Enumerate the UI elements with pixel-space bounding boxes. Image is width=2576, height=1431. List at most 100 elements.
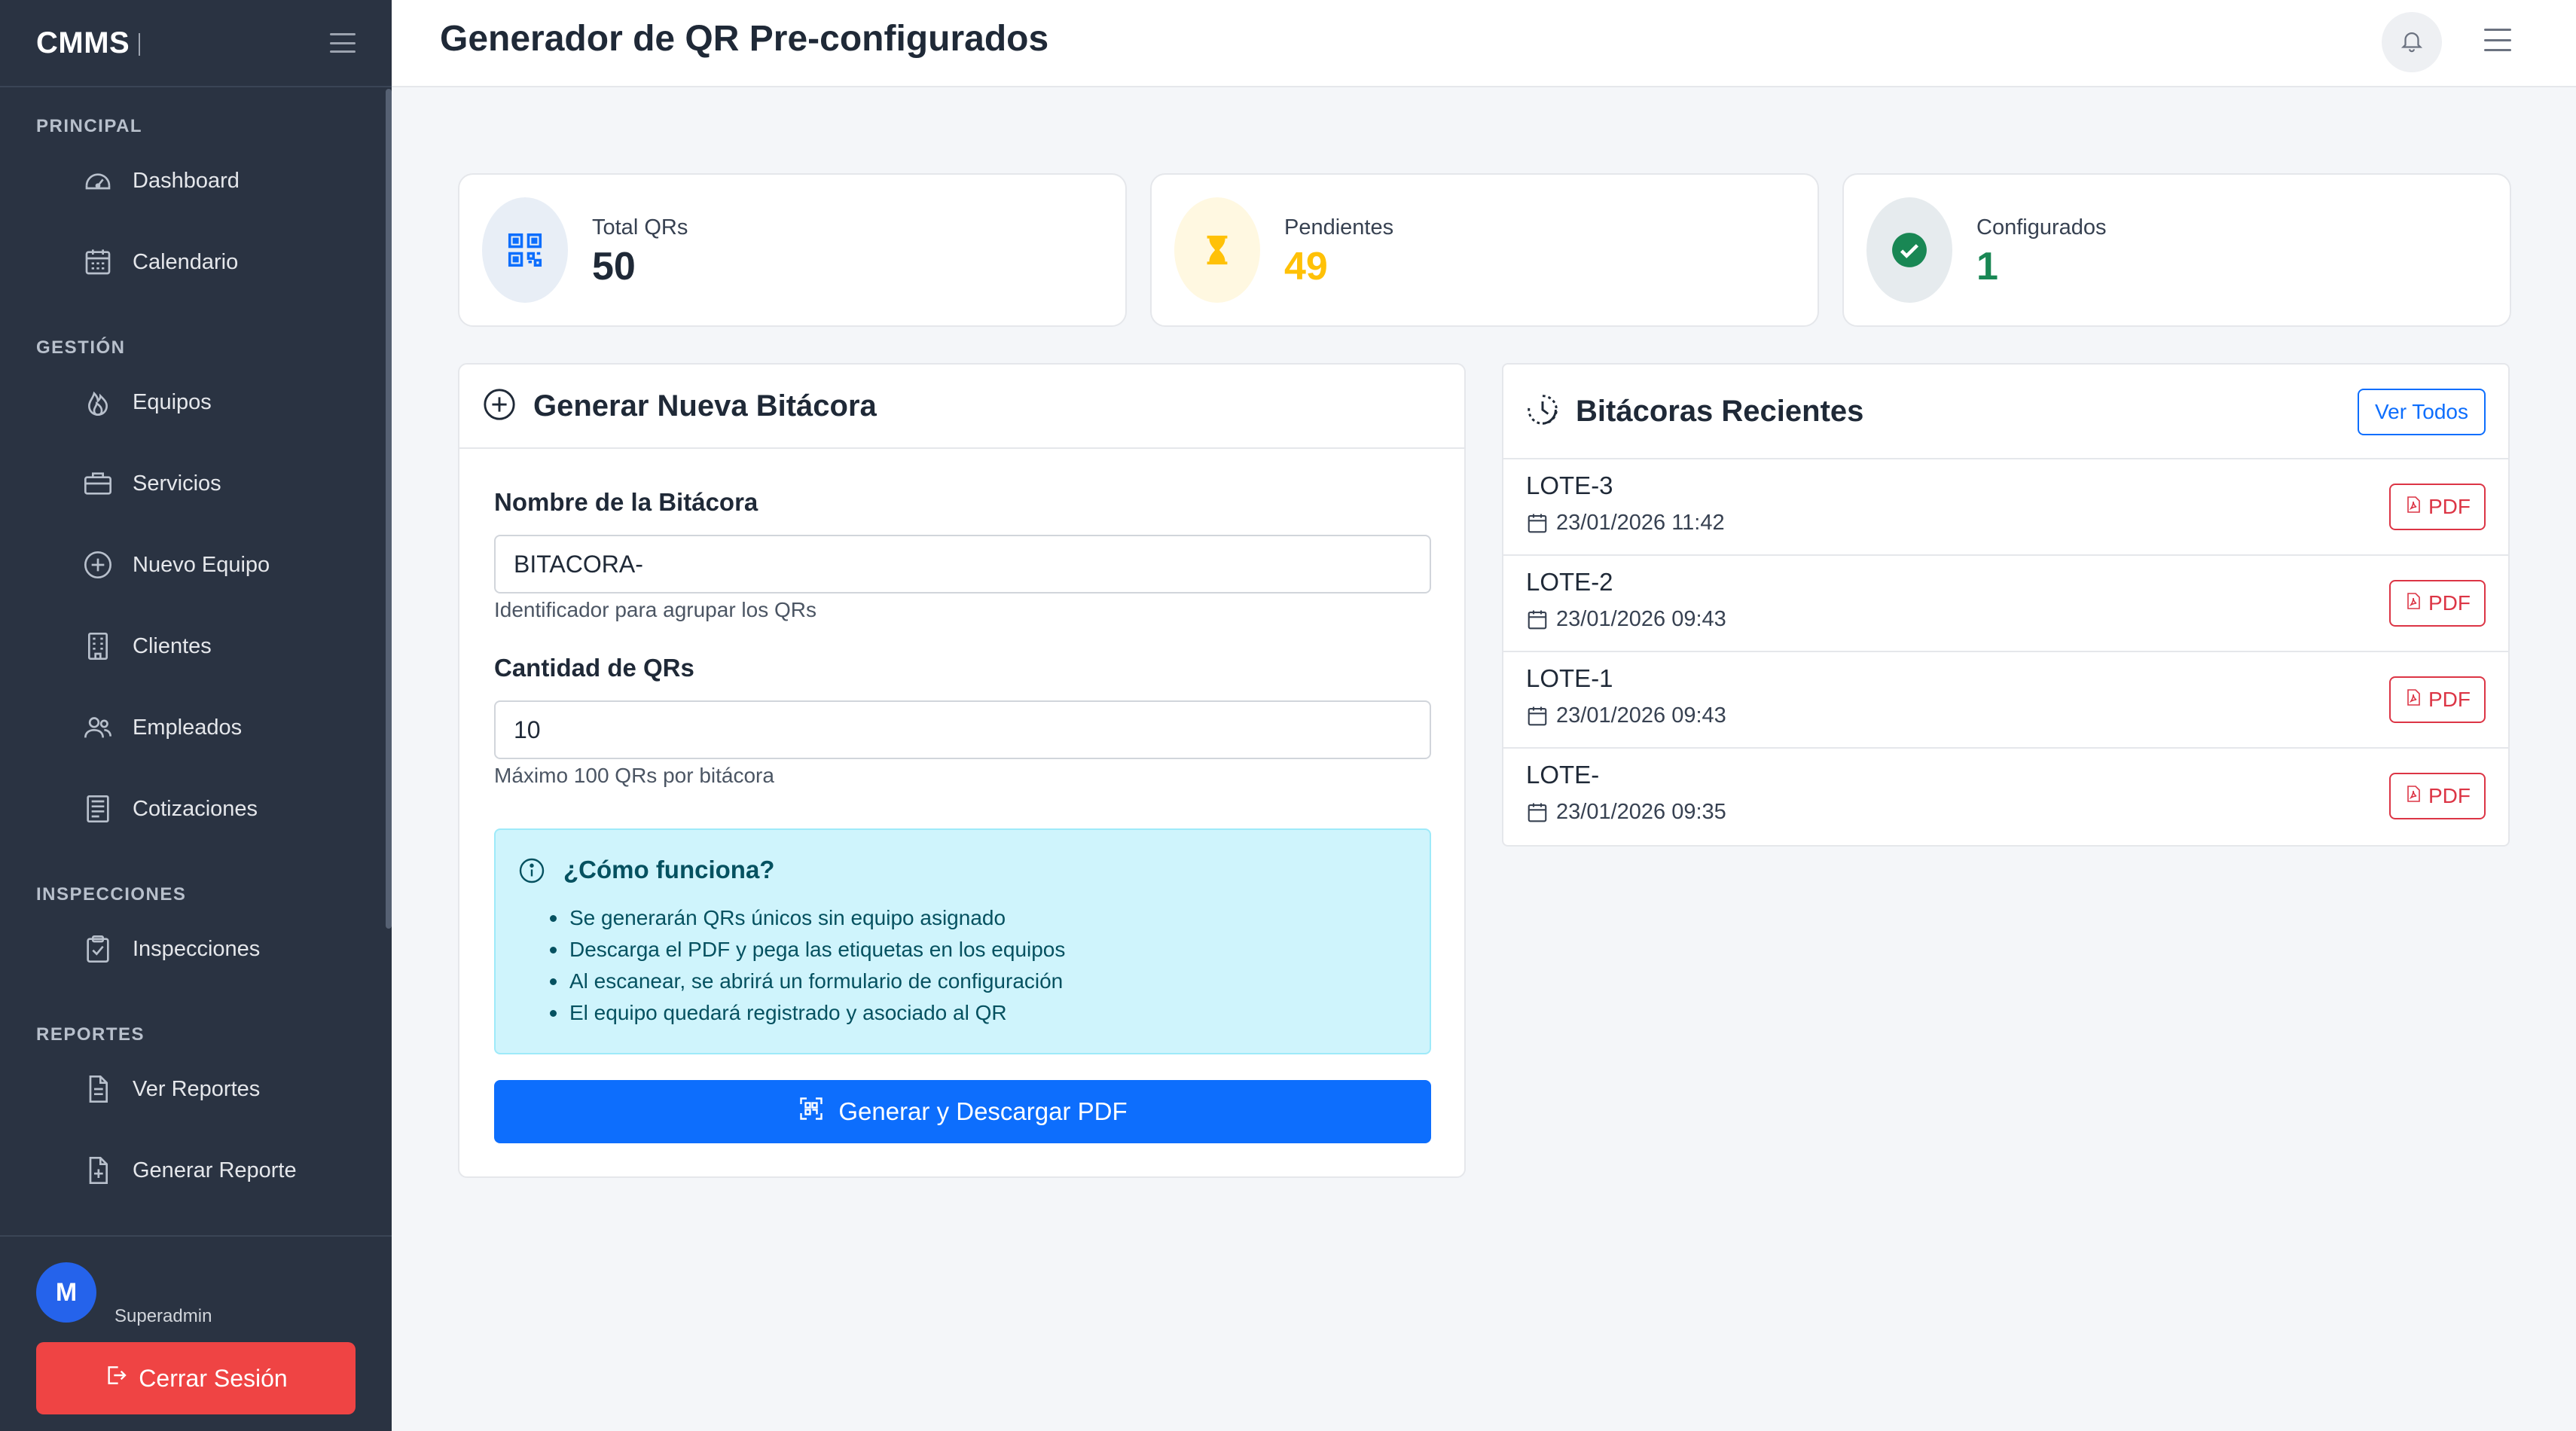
pdf-download-button[interactable]: PDF [2389,676,2486,723]
recent-logbooks-card: Bitácoras Recientes Ver Todos LOTE-3 23/… [1502,363,2510,847]
sidebar-section-principal: PRINCIPAL [36,116,143,136]
logout-button[interactable]: Cerrar Sesión [36,1342,356,1414]
qr-scan-icon [798,1095,825,1128]
sidebar-item-label: Dashboard [133,168,240,193]
new-logbook-card: Generar Nueva Bitácora Nombre de la Bitá… [458,363,1466,1178]
sidebar-footer: M Superadmin Cerrar Sesión [0,1235,392,1431]
sidebar-item-equipos[interactable]: Equipos [0,362,392,443]
view-all-button[interactable]: Ver Todos [2358,389,2486,435]
list-item: Se generarán QRs únicos sin equipo asign… [547,902,1065,934]
sidebar-item-label: Inspecciones [133,936,261,961]
info-icon [518,857,545,888]
file-text-icon [83,1074,113,1104]
generate-pdf-label: Generar y Descargar PDF [838,1097,1128,1125]
logbook-name: LOTE- [1526,761,1600,789]
logbook-date: 23/01/2026 09:43 [1556,703,1726,728]
list-item: LOTE-1 23/01/2026 09:43 PDF [1503,652,2508,749]
fire-icon [83,387,113,417]
list-item: El equipo quedará registrado y asociado … [547,997,1065,1029]
sidebar-item-empleados[interactable]: Empleados [0,687,392,768]
calendar-icon [1526,512,1549,539]
sidebar-nav[interactable]: PRINCIPAL Dashboard Calendario GESTIÓN E… [0,87,392,1235]
sidebar-item-servicios[interactable]: Servicios [0,443,392,524]
pdf-label: PDF [2428,495,2471,518]
user-role: Superadmin [114,1306,212,1326]
logbook-name: LOTE-2 [1526,568,1613,596]
sidebar-item-label: Clientes [133,633,212,658]
file-pdf-icon [2404,591,2422,616]
card-title: Generar Nueva Bitácora [533,389,877,423]
stat-card-configurados: Configurados 1 [1842,173,2511,327]
logbook-name: LOTE-1 [1526,664,1613,692]
list-item: Al escanear, se abrirá un formulario de … [547,966,1065,997]
brand-logo: CMMS [36,26,140,60]
pdf-label: PDF [2428,688,2471,711]
generate-pdf-button[interactable]: Generar y Descargar PDF [494,1080,1431,1143]
page-title: Generador de QR Pre-configurados [440,19,1049,59]
sidebar-item-label: Servicios [133,471,221,496]
logbook-date: 23/01/2026 09:43 [1556,607,1726,631]
stat-value: 1 [1976,245,1998,288]
sidebar-item-calendario[interactable]: Calendario [0,221,392,303]
receipt-icon [83,794,113,824]
qr-code-icon [482,197,568,303]
building-icon [83,631,113,661]
stat-label: Configurados [1976,215,2107,240]
sidebar-item-generar-reporte[interactable]: Generar Reporte [0,1130,392,1211]
sidebar-toggle-button[interactable] [330,33,356,53]
card-title: Bitácoras Recientes [1576,394,1864,428]
sidebar-item-label: Equipos [133,389,212,414]
info-title: ¿Cómo funciona? [563,856,775,883]
name-label: Nombre de la Bitácora [494,488,758,516]
plus-circle-icon [482,387,517,426]
file-pdf-icon [2404,495,2422,520]
menu-button[interactable] [2484,29,2511,51]
list-item: LOTE- 23/01/2026 09:35 PDF [1503,749,2508,845]
sidebar-item-label: Ver Reportes [133,1076,261,1101]
sidebar-item-cotizaciones[interactable]: Cotizaciones [0,768,392,850]
avatar[interactable]: M [36,1262,96,1323]
name-input[interactable] [494,535,1431,593]
topbar: Generador de QR Pre-configurados [392,0,2576,87]
calendar-icon [1526,801,1549,828]
quantity-input[interactable] [494,700,1431,759]
bell-icon [2399,28,2425,57]
info-list: Se generarán QRs únicos sin equipo asign… [547,902,1065,1029]
sidebar-scrollbar[interactable] [386,89,392,929]
sidebar-item-inspecciones[interactable]: Inspecciones [0,908,392,990]
logbook-date: 23/01/2026 11:42 [1556,511,1725,535]
list-item: LOTE-3 23/01/2026 11:42 PDF [1503,459,2508,556]
sidebar-item-ver-reportes[interactable]: Ver Reportes [0,1048,392,1130]
logbook-name: LOTE-3 [1526,471,1613,499]
sidebar-item-nuevo-equipo[interactable]: Nuevo Equipo [0,524,392,606]
sidebar-item-dashboard[interactable]: Dashboard [0,140,392,221]
sidebar-item-label: Generar Reporte [133,1158,297,1182]
check-circle-icon [1866,197,1952,303]
calendar-icon [83,247,113,277]
briefcase-icon [83,468,113,499]
clock-history-icon [1526,393,1559,430]
pdf-download-button[interactable]: PDF [2389,773,2486,819]
notifications-button[interactable] [2382,12,2442,72]
plus-circle-icon [83,550,113,580]
pdf-download-button[interactable]: PDF [2389,484,2486,530]
pdf-download-button[interactable]: PDF [2389,580,2486,627]
quantity-label: Cantidad de QRs [494,654,694,682]
logbook-date: 23/01/2026 09:35 [1556,800,1726,824]
stat-label: Total QRs [592,215,688,240]
gauge-icon [83,166,113,196]
people-icon [83,712,113,743]
stat-value: 50 [592,245,636,288]
hourglass-icon [1174,197,1260,303]
sidebar-item-clientes[interactable]: Clientes [0,606,392,687]
pdf-label: PDF [2428,784,2471,807]
sidebar-section-inspecciones: INSPECCIONES [36,884,187,905]
file-pdf-icon [2404,688,2422,712]
file-pdf-icon [2404,784,2422,809]
logout-icon [104,1363,128,1393]
clipboard-check-icon [83,934,113,964]
list-item: LOTE-2 23/01/2026 09:43 PDF [1503,556,2508,652]
card-header: Generar Nueva Bitácora [459,365,1464,449]
pdf-label: PDF [2428,591,2471,615]
quantity-help: Máximo 100 QRs por bitácora [494,764,774,787]
